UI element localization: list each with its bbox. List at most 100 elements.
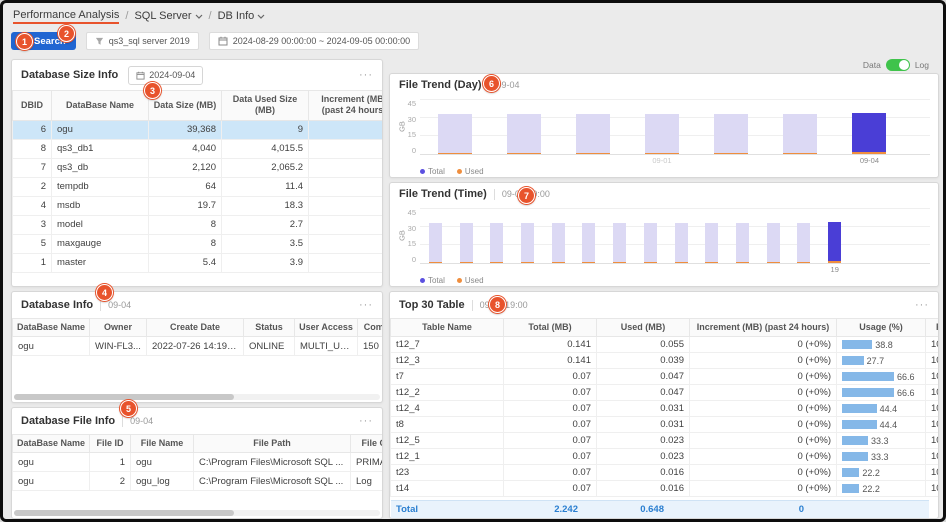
total-bar-19[interactable] xyxy=(828,222,841,263)
total-bar-09-03[interactable] xyxy=(783,114,817,154)
total-bar-11[interactable] xyxy=(582,223,595,263)
table-row[interactable]: 8qs3_db14,0404,015.50 xyxy=(13,139,383,158)
total-bar-09-02[interactable] xyxy=(714,114,748,154)
y-tick-label: 0 xyxy=(412,147,416,155)
column-header[interactable]: Increment (MB) (past 24 hours) xyxy=(690,319,837,337)
column-header[interactable]: Data Used Size (MB) xyxy=(222,91,309,121)
column-header[interactable]: Increment (MB) (past 24 hours) xyxy=(309,91,383,121)
usage-value: 44.4 xyxy=(880,404,898,414)
total-bar-09-04[interactable] xyxy=(852,113,886,154)
table-row[interactable]: t12_70.1410.0550 (+0%)38.810 xyxy=(391,337,939,353)
panel-menu-button[interactable]: ··· xyxy=(359,416,373,427)
total-bar-15[interactable] xyxy=(705,223,718,263)
column-header[interactable]: Usage (%) xyxy=(837,319,926,337)
panel-menu-button[interactable]: ··· xyxy=(359,70,373,81)
table-row[interactable]: 4msdb19.718.30 xyxy=(13,196,383,215)
total-bar-07[interactable] xyxy=(460,223,473,263)
total-bar-08[interactable] xyxy=(490,223,503,263)
column-header[interactable]: Create Date xyxy=(147,319,244,337)
table-cell: t12_4 xyxy=(391,401,504,417)
column-header[interactable]: DBID xyxy=(13,91,52,121)
breadcrumb-sql-server[interactable]: SQL Server xyxy=(134,10,202,22)
table-row[interactable]: 7qs3_db2,1202,065.20 xyxy=(13,158,383,177)
table-cell: ONLINE xyxy=(244,337,295,356)
table-row[interactable]: t12_40.070.0310 (+0%)44.410 xyxy=(391,401,939,417)
panel-menu-button[interactable]: ··· xyxy=(915,300,929,311)
table-cell: 0.07 xyxy=(504,369,597,385)
total-bar-08-30[interactable] xyxy=(507,114,541,154)
total-bar-13[interactable] xyxy=(644,223,657,263)
table-row[interactable]: t140.070.0160 (+0%)22.210 xyxy=(391,481,939,497)
column-header[interactable]: User Access xyxy=(295,319,358,337)
table-row[interactable]: t230.070.0160 (+0%)22.210 xyxy=(391,465,939,481)
table-row[interactable]: 2tempdb6411.40 xyxy=(13,177,383,196)
total-bar-09[interactable] xyxy=(521,223,534,263)
panel-timestamp: 09-04 xyxy=(130,416,153,426)
legend-item-total[interactable]: Total xyxy=(420,167,445,176)
legend-item-used[interactable]: Used xyxy=(457,276,484,285)
y-tick-label: 45 xyxy=(408,209,416,217)
total-bar-09-01[interactable] xyxy=(645,114,679,154)
table-cell: 0 (+0%) xyxy=(690,353,837,369)
instance-selector[interactable]: qs3_sql server 2019 xyxy=(86,32,199,50)
table-row[interactable]: 6ogu39,36890 xyxy=(13,120,383,139)
scrollbar-thumb[interactable] xyxy=(14,394,234,400)
total-bar-08-29[interactable] xyxy=(438,114,472,154)
table-row[interactable]: 1master5.43.90 xyxy=(13,253,383,272)
header-divider xyxy=(494,189,495,200)
column-header[interactable]: File Path xyxy=(194,435,351,453)
panel-menu-button[interactable]: ··· xyxy=(359,300,373,311)
table-cell: 10 xyxy=(926,465,939,481)
breadcrumb-db-info[interactable]: DB Info xyxy=(218,10,266,22)
table-row[interactable]: t80.070.0310 (+0%)44.410 xyxy=(391,417,939,433)
used-bar-09-04 xyxy=(852,152,886,154)
table-row[interactable]: 3model82.70 xyxy=(13,215,383,234)
scrollbar-thumb[interactable] xyxy=(14,510,234,516)
table-cell: t14 xyxy=(391,481,504,497)
date-range-picker[interactable]: 2024-08-29 00:00:00 ~ 2024-09-05 00:00:0… xyxy=(209,32,419,50)
table-row[interactable]: t70.070.0470 (+0%)66.610 xyxy=(391,369,939,385)
table-row[interactable]: t12_50.070.0230 (+0%)33.310 xyxy=(391,433,939,449)
total-bar-18[interactable] xyxy=(797,223,810,263)
table-row[interactable]: oguWIN-FL3...2022-07-26 14:19:18ONLINEMU… xyxy=(13,337,383,356)
column-header[interactable]: Table Name xyxy=(391,319,504,337)
table-cell: 19.7 xyxy=(149,196,222,215)
column-header[interactable]: Used (MB) xyxy=(597,319,690,337)
legend-label: Total xyxy=(428,167,445,176)
column-header[interactable]: DataBase Name xyxy=(13,435,90,453)
column-header[interactable]: Total (MB) xyxy=(504,319,597,337)
column-header[interactable]: Owner xyxy=(90,319,147,337)
horizontal-scrollbar xyxy=(14,510,380,516)
column-header[interactable]: DataBase Name xyxy=(13,319,90,337)
chart-bar-slot xyxy=(558,100,627,154)
table-row[interactable]: ogu2ogu_logC:\Program Files\Microsoft SQ… xyxy=(13,472,383,491)
table-row[interactable]: ogu1oguC:\Program Files\Microsoft SQL ..… xyxy=(13,453,383,472)
data-log-switch[interactable] xyxy=(886,59,910,71)
total-bar-06[interactable] xyxy=(429,223,442,263)
total-bar-08-31[interactable] xyxy=(576,114,610,154)
table-cell: 0 xyxy=(309,158,383,177)
total-bar-14[interactable] xyxy=(675,223,688,263)
column-header[interactable]: File Group xyxy=(351,435,383,453)
breadcrumb-performance-analysis[interactable]: Performance Analysis xyxy=(13,9,119,24)
table-row[interactable]: t12_10.070.0230 (+0%)33.310 xyxy=(391,449,939,465)
table-cell: 3 xyxy=(13,215,52,234)
column-header[interactable]: File Name xyxy=(131,435,194,453)
table-cell: 0.07 xyxy=(504,401,597,417)
column-header[interactable]: Compatibility Level xyxy=(358,319,383,337)
table-row[interactable]: t12_30.1410.0390 (+0%)27.710 xyxy=(391,353,939,369)
legend-item-used[interactable]: Used xyxy=(457,167,484,176)
total-bar-16[interactable] xyxy=(736,223,749,263)
table-row[interactable]: t12_20.070.0470 (+0%)66.610 xyxy=(391,385,939,401)
column-header[interactable]: Status xyxy=(244,319,295,337)
total-bar-12[interactable] xyxy=(613,223,626,263)
legend-item-total[interactable]: Total xyxy=(420,276,445,285)
table-row[interactable]: 5maxgauge83.50 xyxy=(13,234,383,253)
total-bar-10[interactable] xyxy=(552,223,565,263)
total-bar-17[interactable] xyxy=(767,223,780,263)
column-header[interactable]: File ID xyxy=(90,435,131,453)
column-header[interactable]: Rows xyxy=(926,319,939,337)
data-log-toggle: Data Log xyxy=(863,59,929,71)
date-picker[interactable]: 2024-09-04 xyxy=(128,66,203,85)
column-header[interactable]: DataBase Name xyxy=(52,91,149,121)
